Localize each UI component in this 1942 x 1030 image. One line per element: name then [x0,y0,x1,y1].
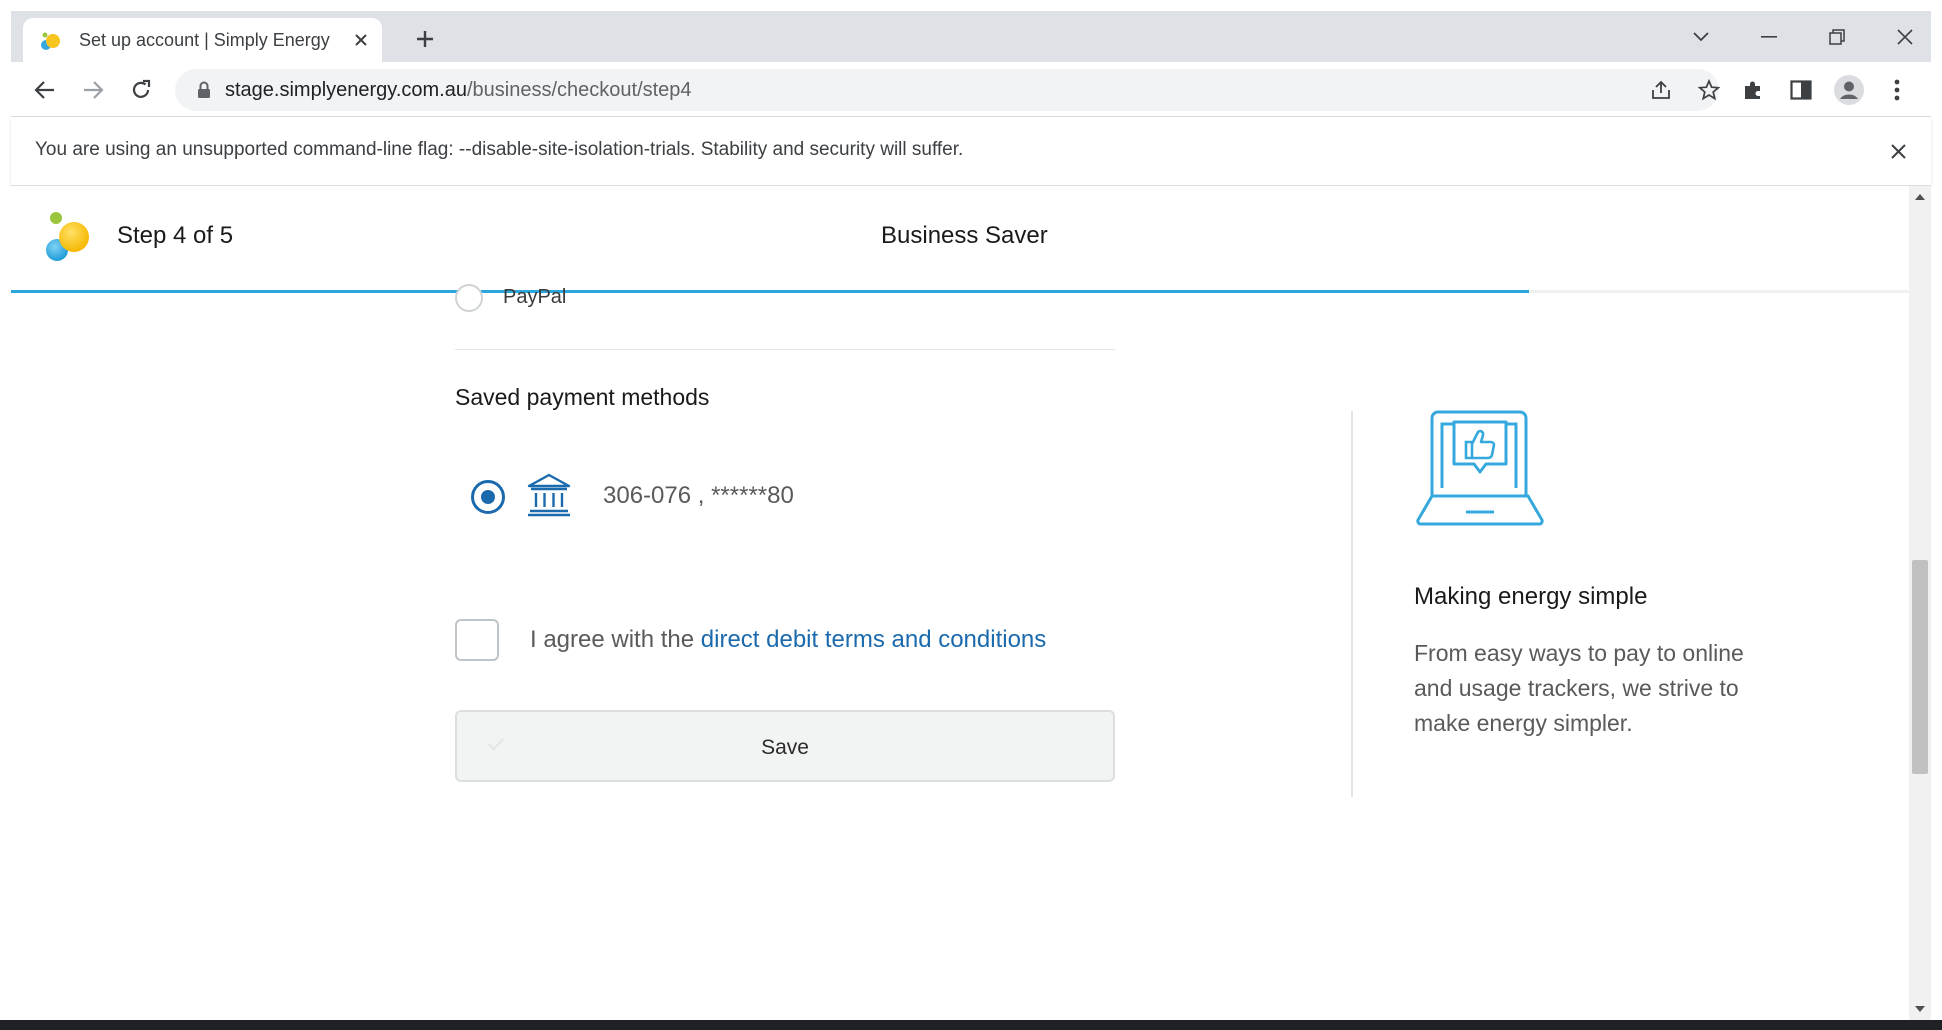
saved-account-number: 306-076 , ******80 [603,482,794,509]
scroll-down-arrow-icon[interactable] [1909,998,1931,1020]
simply-energy-favicon-icon [41,32,60,50]
tab-title: Set up account | Simply Energy [79,30,330,50]
bank-icon [527,473,571,517]
taskbar-edge [0,1020,1942,1030]
scroll-up-arrow-icon[interactable] [1909,186,1931,208]
sidebar-divider [1351,411,1353,797]
save-button[interactable]: Save [455,710,1115,782]
save-button-label: Save [761,736,809,759]
sidebar-heading: Making energy simple [1414,583,1648,610]
section-divider [455,349,1115,350]
url-path: /business/checkout/step4 [466,79,692,101]
radio-selected-dot [481,490,495,504]
browser-toolbar: stage.simplyenergy.com.au/business/check… [11,62,1931,117]
forward-arrow-icon[interactable] [77,74,109,106]
saved-methods-heading: Saved payment methods [455,384,710,410]
share-icon[interactable] [1645,74,1677,106]
simply-energy-logo-icon [46,212,89,261]
minimize-icon[interactable] [1751,21,1787,53]
new-tab-plus-icon[interactable] [411,25,439,53]
scrollbar-thumb[interactable] [1912,560,1928,774]
terms-link[interactable]: direct debit terms and conditions [701,626,1047,653]
paypal-radio[interactable] [455,284,483,312]
infobar-message: You are using an unsupported command-lin… [35,139,964,160]
back-arrow-icon[interactable] [29,74,61,106]
tab-search-chevron-icon[interactable] [1683,21,1719,53]
browser-tab[interactable]: Set up account | Simply Energy [23,18,382,62]
sidebar-body-text: From easy ways to pay to online and usag… [1414,640,1744,736]
url-host: stage.simplyenergy.com.au [225,79,467,101]
extensions-puzzle-icon[interactable] [1737,74,1769,106]
browser-window: Set up account | Simply Energy stage.sim… [0,0,1942,1030]
step-indicator: Step 4 of 5 [117,222,234,249]
warning-infobar: You are using an unsupported command-lin… [11,117,1931,186]
left-edge [0,0,11,1030]
page-viewport: Step 4 of 5 Business Saver PayPal Saved … [11,186,1909,1020]
paypal-label: PayPal [503,286,567,308]
bookmark-star-icon[interactable] [1693,74,1725,106]
page-scrollbar[interactable] [1909,186,1931,1020]
tab-strip: Set up account | Simply Energy [11,11,1931,62]
tab-close-icon[interactable] [350,29,372,51]
more-menu-icon[interactable] [1881,74,1913,106]
checkout-header: Step 4 of 5 Business Saver [11,186,1909,290]
right-edge [1931,0,1942,1030]
window-close-icon[interactable] [1887,21,1923,53]
profile-avatar-icon[interactable] [1833,74,1865,106]
lock-icon [198,81,210,98]
laptop-thumbs-up-icon [1416,410,1544,526]
address-bar[interactable]: stage.simplyenergy.com.au/business/check… [175,69,1720,111]
reload-icon[interactable] [125,74,157,106]
progress-bar-fill [11,290,1529,293]
restore-icon[interactable] [1819,21,1855,53]
plan-name: Business Saver [881,222,1048,249]
terms-prefix: I agree with the [530,626,701,653]
terms-agreement-text: I agree with the direct debit terms and … [530,626,1046,654]
infobar-close-icon[interactable] [1883,136,1913,166]
url-text[interactable]: stage.simplyenergy.com.au/business/check… [225,79,692,102]
saved-account-radio[interactable] [471,480,505,514]
side-panel-icon[interactable] [1785,74,1817,106]
terms-checkbox[interactable] [455,619,499,661]
